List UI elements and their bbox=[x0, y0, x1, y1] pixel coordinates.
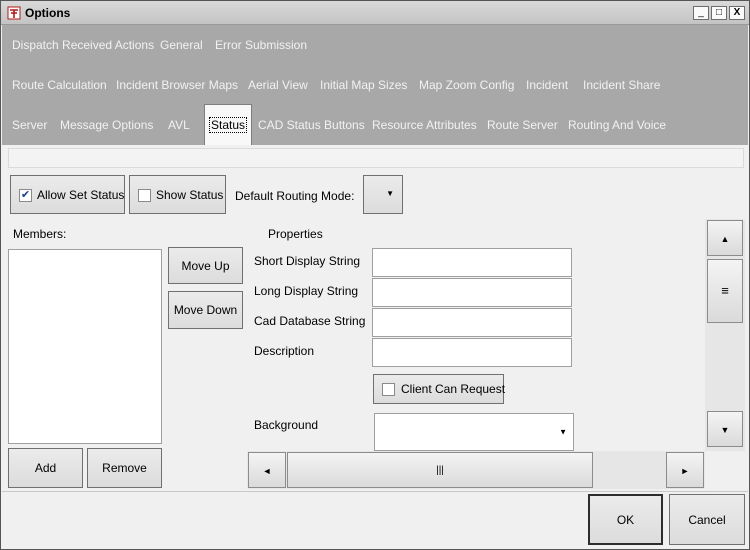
scroll-up-button[interactable]: ▲ bbox=[707, 220, 743, 256]
allow-set-status-label: Allow Set Status bbox=[37, 188, 125, 202]
tab-status[interactable]: Status bbox=[204, 104, 253, 145]
tab-row-2: Route Calculation Incident Browser Maps … bbox=[2, 65, 748, 105]
chevron-down-icon: ▼ bbox=[559, 427, 567, 437]
description-label: Description bbox=[254, 344, 315, 358]
remove-button[interactable]: Remove bbox=[87, 448, 162, 488]
tab-message-options[interactable]: Message Options bbox=[56, 105, 157, 145]
cancel-label: Cancel bbox=[688, 512, 726, 527]
show-status-checkbox[interactable] bbox=[138, 189, 151, 202]
default-routing-mode-dropdown[interactable]: ▼ bbox=[363, 175, 403, 214]
allow-set-status-checkbox[interactable]: ✔ bbox=[19, 189, 32, 202]
tab-routing-and-voice[interactable]: Routing And Voice bbox=[564, 105, 670, 145]
move-up-button[interactable]: Move Up bbox=[168, 247, 243, 284]
tab-incident-browser-maps[interactable]: Incident Browser Maps bbox=[112, 65, 242, 105]
client-can-request-checkbox[interactable] bbox=[382, 383, 395, 396]
show-status-toggle[interactable]: Show Status bbox=[129, 175, 226, 214]
move-up-label: Move Up bbox=[181, 258, 230, 273]
tab-aerial-view[interactable]: Aerial View bbox=[244, 65, 312, 105]
app-logo-icon bbox=[7, 6, 21, 20]
tab-route-calculation[interactable]: Route Calculation bbox=[8, 65, 111, 105]
vertical-scrollbar[interactable]: ▲ ≡ ▼ bbox=[705, 219, 745, 451]
tab-avl[interactable]: AVL bbox=[164, 105, 194, 145]
vertical-scroll-thumb[interactable]: ≡ bbox=[707, 259, 743, 323]
scroll-down-button[interactable]: ▼ bbox=[707, 411, 743, 447]
description-input[interactable] bbox=[372, 338, 572, 367]
options-window: Options _ □ X Dispatch Received Actions … bbox=[0, 0, 750, 550]
tab-route-server[interactable]: Route Server bbox=[483, 105, 562, 145]
tab-strip: Dispatch Received Actions General Error … bbox=[2, 25, 748, 145]
ok-button[interactable]: OK bbox=[588, 494, 663, 545]
arrow-down-icon: ▼ bbox=[720, 425, 730, 435]
tab-general[interactable]: General bbox=[156, 25, 207, 65]
close-icon: X bbox=[733, 7, 741, 18]
default-routing-mode-label: Default Routing Mode: bbox=[235, 189, 355, 203]
long-display-string-label: Long Display String bbox=[254, 284, 359, 298]
cancel-button[interactable]: Cancel bbox=[669, 494, 745, 545]
client-can-request-label: Client Can Request bbox=[401, 382, 506, 396]
grip-icon: ||| bbox=[436, 465, 444, 476]
status-header-strip bbox=[8, 148, 744, 168]
minimize-button[interactable]: _ bbox=[693, 6, 709, 20]
remove-label: Remove bbox=[102, 461, 147, 475]
window-title: Options bbox=[25, 6, 71, 20]
arrow-up-icon: ▲ bbox=[720, 234, 730, 244]
arrow-left-icon: ◄ bbox=[262, 466, 272, 476]
short-display-string-label: Short Display String bbox=[254, 254, 361, 268]
tab-incident[interactable]: Incident bbox=[522, 65, 572, 105]
cad-database-string-input[interactable] bbox=[372, 308, 572, 337]
chevron-down-icon: ▼ bbox=[386, 189, 394, 198]
maximize-button[interactable]: □ bbox=[711, 6, 727, 20]
ok-label: OK bbox=[616, 512, 635, 527]
tab-error-submission[interactable]: Error Submission bbox=[211, 25, 311, 65]
tab-initial-map-sizes[interactable]: Initial Map Sizes bbox=[316, 65, 411, 105]
arrow-right-icon: ► bbox=[680, 466, 690, 476]
minimize-icon: _ bbox=[698, 7, 704, 18]
tab-row-1: Dispatch Received Actions General Error … bbox=[2, 25, 748, 65]
tab-server[interactable]: Server bbox=[8, 105, 51, 145]
background-label: Background bbox=[254, 418, 319, 432]
client-can-request-toggle[interactable]: Client Can Request bbox=[373, 374, 506, 404]
tab-resource-attributes[interactable]: Resource Attributes bbox=[368, 105, 481, 145]
close-button[interactable]: X bbox=[729, 6, 745, 20]
cad-database-string-label: Cad Database String bbox=[254, 314, 366, 328]
scroll-right-button[interactable]: ► bbox=[666, 452, 704, 488]
members-listbox[interactable] bbox=[8, 249, 162, 444]
grip-icon: ≡ bbox=[721, 283, 729, 298]
scroll-left-button[interactable]: ◄ bbox=[248, 452, 286, 488]
move-down-button[interactable]: Move Down bbox=[168, 291, 243, 329]
background-dropdown[interactable]: ▼ bbox=[374, 413, 574, 451]
show-status-label: Show Status bbox=[156, 188, 224, 202]
tab-incident-share[interactable]: Incident Share bbox=[579, 65, 664, 105]
maximize-icon: □ bbox=[715, 7, 723, 18]
members-label: Members: bbox=[13, 227, 67, 241]
horizontal-scroll-thumb[interactable]: ||| bbox=[287, 452, 593, 488]
short-display-string-input[interactable] bbox=[372, 248, 572, 277]
tab-map-zoom-config[interactable]: Map Zoom Config bbox=[415, 65, 518, 105]
tab-dispatch-received-actions[interactable]: Dispatch Received Actions bbox=[8, 25, 158, 65]
move-down-label: Move Down bbox=[173, 303, 238, 317]
add-label: Add bbox=[34, 461, 57, 475]
allow-set-status-toggle[interactable]: ✔ Allow Set Status bbox=[10, 175, 125, 214]
add-button[interactable]: Add bbox=[8, 448, 83, 488]
tab-status-label: Status bbox=[209, 117, 248, 133]
tab-row-3: Server Message Options AVL Status CAD St… bbox=[2, 104, 748, 145]
properties-heading: Properties bbox=[268, 227, 323, 241]
long-display-string-input[interactable] bbox=[372, 278, 572, 307]
horizontal-scrollbar[interactable]: ◄ ||| ► bbox=[247, 451, 705, 489]
title-bar[interactable]: Options _ □ X bbox=[1, 1, 749, 25]
tab-cad-status-buttons[interactable]: CAD Status Buttons bbox=[254, 105, 369, 145]
